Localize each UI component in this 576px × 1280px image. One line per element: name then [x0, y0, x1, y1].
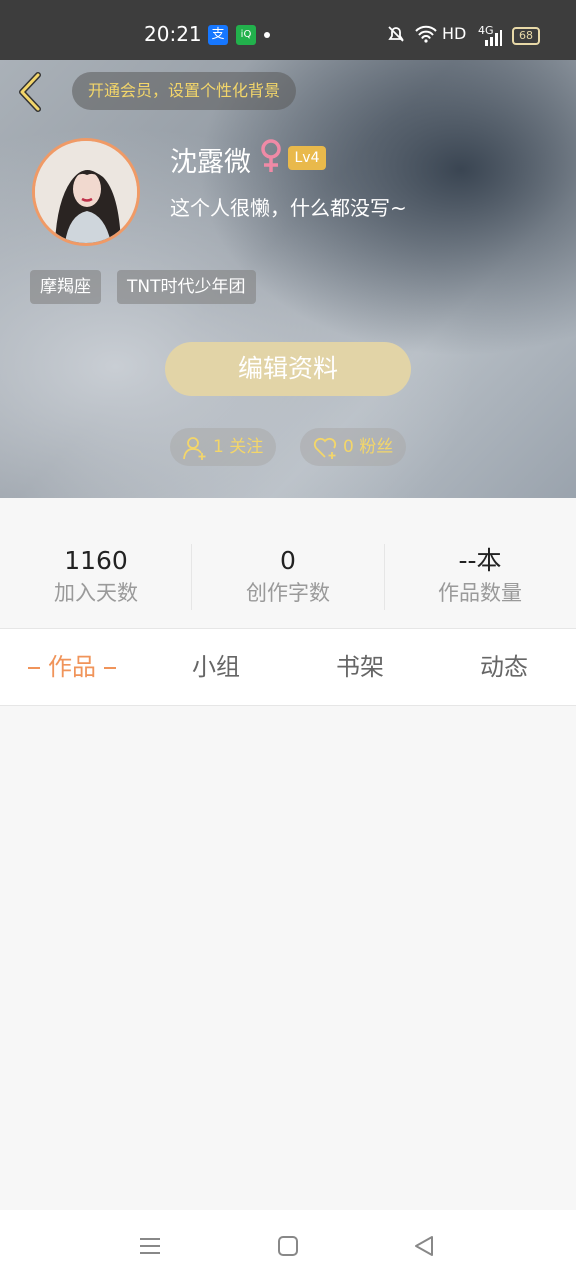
- home-icon[interactable]: [274, 1232, 302, 1260]
- stat-label: 作品数量: [438, 581, 522, 605]
- stat-value: 0: [280, 546, 296, 575]
- wifi-icon: [414, 24, 438, 48]
- battery-indicator: 68: [512, 27, 540, 45]
- tab-bookshelf[interactable]: 书架: [288, 629, 432, 705]
- menu-icon[interactable]: [136, 1232, 164, 1260]
- back-triangle-icon[interactable]: [410, 1232, 438, 1260]
- user-bio: 这个人很懒，什么都没写~: [170, 196, 407, 220]
- tab-content-area: [0, 706, 576, 1210]
- hd-indicator: HD: [442, 24, 467, 43]
- heart-add-icon: [313, 437, 337, 459]
- signal-icon: [484, 30, 502, 50]
- profile-header: 开通会员，设置个性化背景 沈露微 Lv4 这个人很懒，什么都没写~ 摩羯座 TN…: [0, 60, 576, 498]
- back-arrow-icon: [19, 72, 41, 112]
- notification-dot-icon: [264, 32, 270, 38]
- profile-tabs: 作品 小组 书架 动态: [0, 629, 576, 706]
- tag-zodiac[interactable]: 摩羯座: [30, 270, 101, 304]
- iqiyi-icon: iQ: [236, 25, 256, 45]
- stat-label: 加入天数: [54, 581, 138, 605]
- tab-activity[interactable]: 动态: [432, 629, 576, 705]
- stat-label: 创作字数: [246, 581, 330, 605]
- stat-value: --本: [458, 546, 502, 575]
- back-button[interactable]: [14, 72, 48, 112]
- tab-groups[interactable]: 小组: [144, 629, 288, 705]
- followers-button[interactable]: 0 粉丝: [300, 428, 406, 466]
- level-badge: Lv4: [288, 146, 326, 170]
- edit-profile-button[interactable]: 编辑资料: [165, 342, 411, 396]
- username: 沈露微: [170, 147, 251, 178]
- status-bar: 20:21 支 iQ HD 4G 68: [0, 0, 576, 60]
- avatar-photo: [35, 141, 137, 243]
- system-nav-bar: [0, 1210, 576, 1280]
- stat-days-joined: 1160 加入天数: [0, 544, 192, 608]
- tab-label: 作品: [48, 653, 96, 681]
- status-time: 20:21: [144, 22, 202, 46]
- vip-background-banner[interactable]: 开通会员，设置个性化背景: [72, 72, 297, 110]
- alipay-icon: 支: [208, 25, 228, 45]
- tab-indicator: [28, 667, 40, 669]
- followers-count: 0 粉丝: [343, 437, 394, 457]
- stat-works-count: --本 作品数量: [384, 544, 576, 608]
- stat-value: 1160: [64, 546, 128, 575]
- stat-words-written: 0 创作字数: [192, 544, 384, 608]
- following-count: 1 关注: [213, 437, 264, 457]
- tab-indicator: [104, 667, 116, 669]
- mute-icon: [386, 24, 406, 48]
- tab-works[interactable]: 作品: [0, 629, 144, 705]
- avatar[interactable]: [32, 138, 140, 246]
- user-add-icon: [183, 437, 206, 460]
- female-icon: [261, 139, 281, 172]
- tag-idol[interactable]: TNT时代少年团: [117, 270, 256, 304]
- stats-panel: 1160 加入天数 0 创作字数 --本 作品数量: [0, 498, 576, 629]
- following-button[interactable]: 1 关注: [170, 428, 276, 466]
